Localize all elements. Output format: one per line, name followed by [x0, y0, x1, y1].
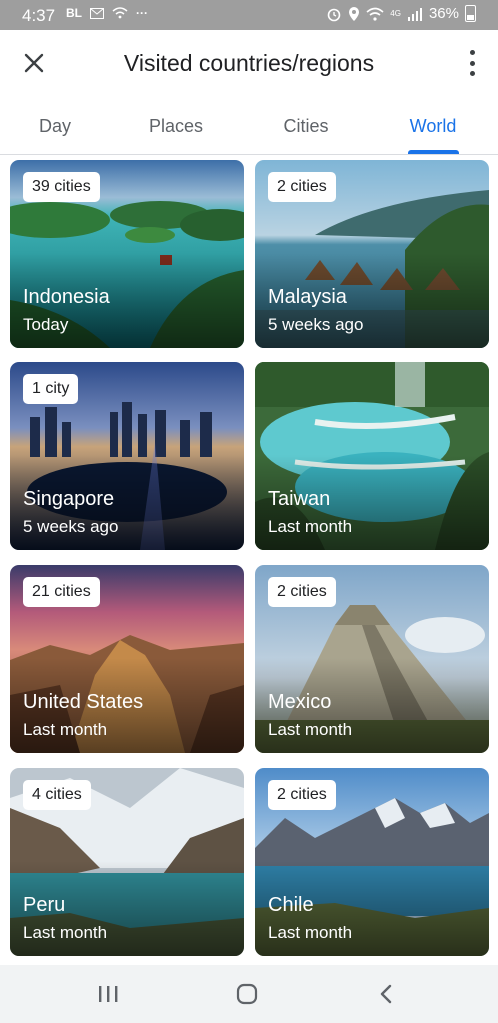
more-options-button[interactable] — [468, 50, 476, 76]
country-name: Taiwan — [268, 488, 331, 510]
visit-time: 5 weeks ago — [268, 315, 364, 334]
lte-label: 4G — [390, 8, 401, 18]
country-name: Malaysia — [268, 286, 347, 308]
status-right-icons: 4G 36% — [326, 5, 476, 22]
home-icon — [236, 983, 258, 1005]
country-card-chile[interactable]: 2 cities Chile Last month — [255, 768, 489, 956]
city-count-badge: 1 city — [23, 374, 79, 404]
tab-bar: Day Places Cities World — [0, 98, 498, 155]
signal-icon — [407, 7, 423, 21]
city-count-badge: 2 cities — [268, 577, 336, 607]
country-card-indonesia[interactable]: 39 cities Indonesia Today — [10, 160, 244, 348]
country-name: Chile — [268, 894, 314, 916]
country-card-malaysia[interactable]: 2 cities Malaysia 5 weeks ago — [255, 160, 489, 348]
country-name: Mexico — [268, 691, 332, 713]
visit-time: Last month — [23, 720, 108, 739]
carrier-label: BL — [66, 6, 82, 20]
city-count-badge: 39 cities — [23, 172, 100, 202]
visit-time: 5 weeks ago — [23, 517, 119, 536]
country-card-singapore[interactable]: 1 city Singapore 5 weeks ago — [10, 362, 244, 550]
country-card-taiwan[interactable]: Taiwan Last month — [255, 362, 489, 550]
status-bar: 4:37 BL ··· 4G 36% — [0, 0, 498, 30]
country-name: Indonesia — [23, 286, 110, 308]
city-count-badge: 4 cities — [23, 780, 91, 810]
country-name: Peru — [23, 894, 66, 916]
battery-percent: 36% — [428, 5, 459, 22]
city-count-badge: 21 cities — [23, 577, 100, 607]
system-nav-bar — [0, 965, 498, 1023]
status-time: 4:37 — [22, 6, 56, 25]
mail-icon — [90, 7, 104, 19]
recents-icon — [99, 986, 118, 1002]
city-count-badge: 2 cities — [268, 172, 336, 202]
visit-time: Last month — [268, 720, 353, 739]
wifi-icon — [366, 7, 384, 21]
country-name: United States — [23, 691, 144, 713]
tab-world[interactable]: World — [398, 116, 468, 137]
wifi-call-icon — [112, 7, 128, 19]
visit-time: Last month — [268, 517, 353, 536]
tab-places[interactable]: Places — [136, 116, 216, 137]
home-button[interactable] — [227, 979, 267, 1009]
tab-indicator — [408, 150, 459, 154]
visit-time: Last month — [268, 923, 353, 942]
battery-icon — [465, 5, 476, 22]
visit-time: Last month — [23, 923, 108, 942]
app-bar: Visited countries/regions — [0, 30, 498, 98]
location-icon — [348, 6, 360, 22]
tab-cities[interactable]: Cities — [266, 116, 346, 137]
countries-grid: 39 cities Indonesia Today 2 cities Malay… — [0, 155, 498, 965]
status-left-icons: BL ··· — [66, 6, 148, 20]
country-name: Singapore — [23, 488, 115, 510]
page-title: Visited countries/regions — [123, 50, 375, 76]
back-icon — [380, 984, 392, 1004]
city-count-badge: 2 cities — [268, 780, 336, 810]
alarm-icon — [326, 6, 342, 22]
recents-button[interactable] — [88, 979, 128, 1009]
more-vert-icon — [469, 50, 475, 55]
country-card-united-states[interactable]: 21 cities United States Last month — [10, 565, 244, 753]
more-notifications-icon: ··· — [136, 6, 148, 20]
visit-time: Today — [23, 315, 69, 334]
country-card-peru[interactable]: 4 cities Peru Last month — [10, 768, 244, 956]
back-button[interactable] — [366, 979, 406, 1009]
country-card-mexico[interactable]: 2 cities Mexico Last month — [255, 565, 489, 753]
tab-day[interactable]: Day — [20, 116, 90, 137]
